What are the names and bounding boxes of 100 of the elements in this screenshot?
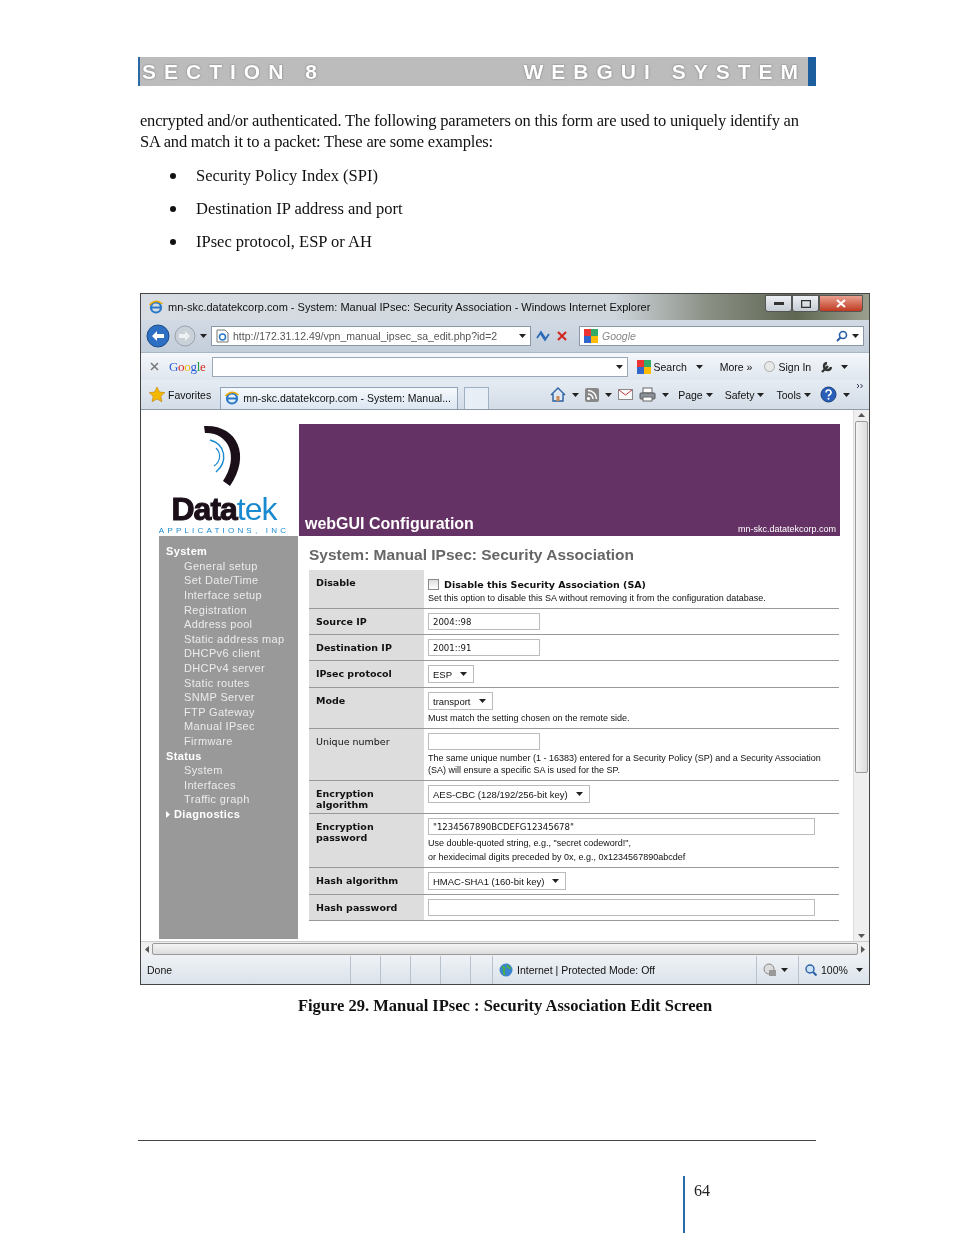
globe-icon	[499, 963, 513, 978]
maximize-button[interactable]	[792, 295, 819, 312]
caret-icon[interactable]	[572, 392, 580, 397]
close-icon[interactable]	[150, 362, 159, 372]
caret-icon[interactable]	[856, 968, 863, 973]
help-icon[interactable]	[820, 386, 837, 404]
nav-link[interactable]: DHCPv6 client	[166, 646, 298, 661]
checkbox[interactable]	[428, 579, 439, 591]
vertical-scrollbar[interactable]	[853, 410, 869, 942]
nav-link[interactable]: General setup	[166, 558, 298, 574]
caret-icon[interactable]	[841, 364, 849, 369]
field-label: Mode	[309, 688, 424, 729]
more-button[interactable]: More »	[716, 356, 756, 377]
caret-icon[interactable]	[843, 392, 850, 397]
nav-link[interactable]: Registration	[166, 602, 298, 618]
scroll-left-icon[interactable]	[145, 945, 149, 953]
caret-icon[interactable]	[662, 392, 670, 397]
checkbox-label[interactable]: Disable this Security Association (SA)	[444, 579, 646, 591]
field-label: Disable	[309, 570, 424, 609]
input-field[interactable]: "1234567890BCDEFG12345678"	[428, 818, 815, 836]
nav-link[interactable]: Interface setup	[166, 588, 298, 603]
mail-icon[interactable]	[618, 389, 634, 401]
input-field[interactable]	[428, 899, 815, 917]
nav-link[interactable]: DHCPv4 server	[166, 661, 298, 676]
search-icon[interactable]	[836, 329, 848, 342]
body-paragraph: encrypted and/or authenticated. The following parameters on this form are used to uniquely identify an SA and match it to a packet: These are some examples:	[140, 110, 800, 152]
bullet-text: IPsec protocol, ESP or AH	[196, 231, 372, 252]
dropdown[interactable]: transport	[428, 692, 493, 711]
window-title: mn-skc.datatekcorp.com - System: Manual IPsec: Security Association - Windows Internet Explorer	[168, 300, 651, 313]
dropdown[interactable]: AES-CBC (128/192/256-bit key)	[428, 785, 590, 804]
star-icon	[149, 387, 165, 403]
feed-icon[interactable]	[585, 387, 600, 402]
field-label: Encryption algorithm	[309, 781, 424, 814]
section-label: SECTION 8	[141, 59, 326, 84]
dropdown[interactable]: HMAC-SHA1 (160-bit key)	[428, 872, 567, 891]
bullet-dot	[170, 205, 176, 212]
scroll-right-icon[interactable]	[861, 945, 865, 953]
search-button[interactable]: Search	[633, 356, 690, 377]
zone-text: Internet | Protected Mode: Off	[517, 964, 655, 977]
nav-link[interactable]: Set Date/Time	[166, 573, 298, 589]
caret-icon	[705, 392, 713, 397]
nav-link[interactable]: Static address map	[166, 631, 298, 647]
caret-icon[interactable]	[781, 968, 788, 973]
chevron-icon[interactable]	[856, 383, 864, 390]
field-label: Unique number	[309, 729, 424, 781]
caret-icon	[852, 333, 859, 338]
page-icon	[216, 328, 229, 343]
caret-icon[interactable]	[605, 392, 613, 397]
ie-logo-icon	[149, 299, 163, 314]
stop-icon[interactable]	[555, 328, 569, 343]
scroll-up-icon[interactable]	[858, 413, 865, 418]
dropdown[interactable]: ESP	[428, 665, 474, 684]
toolbar-search-field[interactable]	[211, 356, 628, 377]
scroll-down-icon[interactable]	[858, 934, 865, 939]
printer-icon[interactable]	[639, 387, 657, 403]
figure-caption: Figure 29. Manual IPsec : Security Association Edit Screen	[297, 996, 713, 1015]
caret-icon[interactable]	[695, 364, 703, 369]
ie-logo-icon	[225, 391, 240, 406]
google-g-icon	[584, 328, 598, 343]
favorites-button[interactable]: Favorites	[146, 384, 215, 405]
browser-tab[interactable]: mn-skc.datatekcorp.com - System: Manual...	[220, 386, 459, 409]
caret-icon[interactable]	[200, 333, 207, 338]
nav-link[interactable]: Manual IPsec	[166, 719, 298, 734]
caret-icon	[478, 699, 486, 704]
back-icon[interactable]	[146, 323, 170, 348]
horizontal-scrollbar[interactable]	[141, 941, 869, 957]
help-text: or hexidecimal digits preceded by 0x, e.g., 0x1234567890abcdef	[428, 851, 686, 864]
sign-in-button[interactable]: Sign In	[761, 356, 815, 377]
close-icon	[836, 299, 846, 308]
nav-section[interactable]: Status	[166, 748, 202, 764]
search-field[interactable]: Google	[579, 325, 864, 346]
input-field[interactable]: 2001::91	[428, 639, 540, 657]
google-g-icon	[636, 359, 651, 374]
nav-link[interactable]: Interfaces	[166, 777, 298, 793]
expand-arrow-icon[interactable]	[166, 810, 170, 818]
logo-tagline: APPLICATIONS, INC	[158, 526, 290, 536]
nav-link[interactable]: Address pool	[166, 617, 298, 632]
field-label: Destination IP	[309, 635, 424, 661]
nav-section[interactable]: System	[166, 544, 208, 559]
command-menu[interactable]: Tools	[773, 384, 814, 405]
command-menu[interactable]: Safety	[721, 384, 768, 405]
nav-section[interactable]: Diagnostics	[174, 806, 241, 822]
nav-link[interactable]: FTP Gateway	[166, 704, 298, 720]
nav-link[interactable]: Traffic graph	[166, 792, 298, 807]
input-field[interactable]	[428, 733, 540, 751]
nav-link[interactable]: Firmware	[166, 734, 298, 749]
bullet-text: Security Policy Index (SPI)	[196, 165, 378, 186]
circle-icon	[764, 361, 776, 373]
zoom-level[interactable]: 100%	[821, 964, 848, 977]
zoom-icon[interactable]	[805, 964, 817, 977]
help-text: The same unique number (1 - 16383) entered for a Security Policy (SP) and a Security Association (SA) will ensure a specific SA is used for the SP.	[428, 752, 822, 777]
input-field[interactable]: 2004::98	[428, 613, 540, 631]
nav-link[interactable]: System	[166, 763, 298, 778]
nav-link[interactable]: Static routes	[166, 675, 298, 691]
home-icon[interactable]	[550, 387, 567, 403]
address-field[interactable]: http://172.31.12.49/vpn_manual_ipsec_sa_edit.php?id=2	[211, 325, 531, 346]
close-button[interactable]	[819, 295, 863, 312]
nav-link[interactable]: SNMP Server	[166, 690, 298, 705]
minimize-button[interactable]	[765, 295, 792, 312]
command-menu[interactable]: Page	[675, 384, 716, 405]
